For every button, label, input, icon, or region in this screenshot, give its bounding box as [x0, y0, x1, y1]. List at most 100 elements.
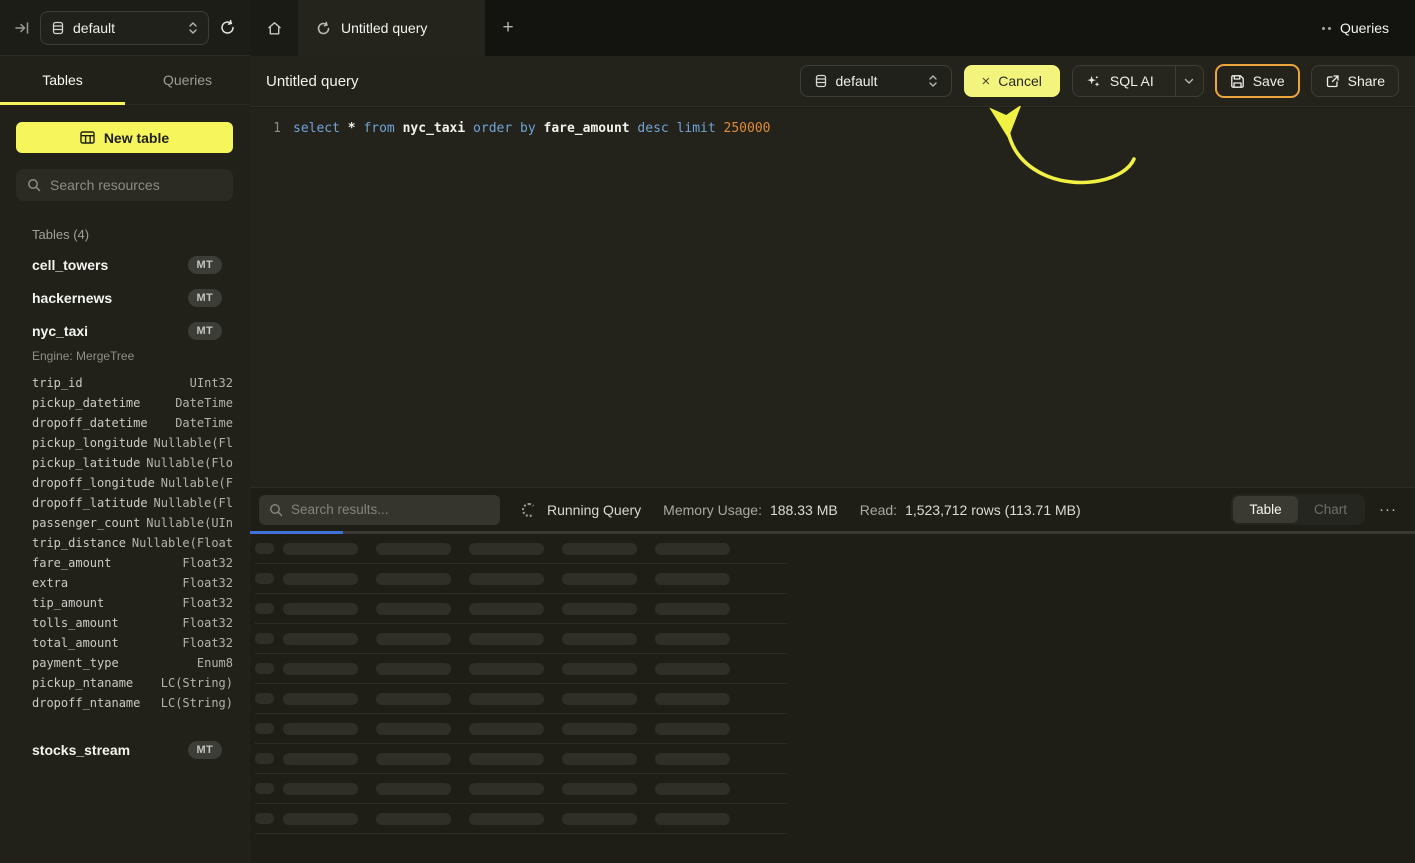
- table-column-row: pickup_longitudeNullable(Fl: [32, 433, 233, 453]
- table-column-row: payment_typeEnum8: [32, 653, 233, 673]
- sidebar-tab-tables[interactable]: Tables: [0, 56, 125, 104]
- new-table-button[interactable]: New table: [16, 122, 233, 153]
- queries-link-label: Queries: [1340, 20, 1389, 36]
- table-item-stocks-stream[interactable]: stocks_stream MT: [0, 733, 250, 766]
- cancel-query-button[interactable]: × Cancel: [964, 65, 1060, 97]
- engine-badge: MT: [188, 322, 222, 340]
- sidebar-search[interactable]: [16, 169, 233, 201]
- table-name: nyc_taxi: [32, 323, 88, 339]
- skeleton-row: [255, 804, 787, 834]
- query-status: Running Query: [522, 502, 641, 518]
- table-column-row: passenger_countNullable(UIn: [32, 513, 233, 533]
- tab-label: Untitled query: [341, 20, 427, 36]
- query-actions: default × Cancel: [800, 65, 1399, 97]
- search-results-input[interactable]: [291, 502, 471, 517]
- sql-editor[interactable]: 1 select * from nyc_taxi order by fare_a…: [250, 108, 1415, 487]
- read-stat: Read: 1,523,712 rows (113.71 MB): [860, 502, 1081, 518]
- skeleton-row: [255, 684, 787, 714]
- save-label: Save: [1253, 73, 1285, 89]
- line-number: 1: [267, 121, 281, 136]
- search-icon: [269, 503, 283, 517]
- query-progress-bar: [250, 531, 1415, 534]
- spinner-icon: [522, 503, 536, 517]
- table-name: stocks_stream: [32, 742, 130, 758]
- skeleton-row: [255, 714, 787, 744]
- results-search[interactable]: [259, 495, 500, 525]
- table-name: hackernews: [32, 290, 112, 306]
- view-toggle: Table Chart: [1231, 494, 1365, 525]
- tabstrip-spacer: [531, 0, 1322, 56]
- new-tab-button[interactable]: +: [485, 0, 531, 56]
- share-icon: [1325, 74, 1340, 89]
- home-icon: [266, 20, 283, 37]
- sql-code: select * from nyc_taxi order by fare_amo…: [293, 121, 771, 136]
- skeleton-row: [255, 534, 787, 564]
- home-tab[interactable]: [250, 0, 298, 56]
- table-icon: [80, 131, 95, 144]
- close-icon: ×: [982, 74, 991, 89]
- table-column-row: trip_distanceNullable(Float: [32, 533, 233, 553]
- table-item-hackernews[interactable]: hackernews MT: [0, 281, 250, 314]
- save-button[interactable]: Save: [1216, 65, 1299, 97]
- table-column-row: fare_amountFloat32: [32, 553, 233, 573]
- query-database-selector[interactable]: default: [800, 65, 952, 97]
- results-toolbar: Running Query Memory Usage: 188.33 MB Re…: [250, 488, 1415, 531]
- sql-ai-label: SQL AI: [1110, 73, 1154, 89]
- share-button[interactable]: Share: [1311, 65, 1399, 97]
- sidebar-tab-queries[interactable]: Queries: [125, 56, 250, 104]
- collapse-sidebar-icon[interactable]: [14, 20, 30, 36]
- query-database-value: default: [836, 73, 920, 89]
- engine-badge: MT: [188, 256, 222, 274]
- tab-untitled-query[interactable]: Untitled query: [298, 0, 485, 56]
- query-header: Untitled query default × Cancel: [250, 56, 1415, 107]
- search-resources-input[interactable]: [50, 177, 210, 193]
- engine-badge: MT: [188, 741, 222, 759]
- sidebar: Tables Queries New table Tables (4) cell…: [0, 56, 250, 863]
- topbar: default: [0, 0, 1415, 56]
- tab-strip: Untitled query + Queries: [250, 0, 1415, 56]
- table-column-row: pickup_datetimeDateTime: [32, 393, 233, 413]
- column-list: trip_idUInt32pickup_datetimeDateTimedrop…: [0, 371, 250, 719]
- table-column-row: trip_idUInt32: [32, 373, 233, 393]
- skeleton-row: [255, 594, 787, 624]
- running-queries-icon: [1322, 27, 1331, 30]
- table-column-row: pickup_ntanameLC(String): [32, 673, 233, 693]
- database-icon: [51, 21, 65, 35]
- database-icon: [814, 74, 828, 88]
- queries-link[interactable]: Queries: [1322, 0, 1415, 56]
- refresh-icon[interactable]: [219, 19, 236, 36]
- table-column-row: dropoff_latitudeNullable(Fl: [32, 493, 233, 513]
- sql-ai-button[interactable]: SQL AI: [1072, 65, 1204, 97]
- more-options-button[interactable]: ···: [1379, 505, 1397, 515]
- chevron-down-icon[interactable]: [1175, 66, 1203, 96]
- chevron-updown-icon: [188, 21, 198, 35]
- save-icon: [1230, 74, 1245, 89]
- results-view-controls: Table Chart ···: [1231, 494, 1397, 525]
- query-title: Untitled query: [266, 73, 359, 90]
- database-selector[interactable]: default: [40, 11, 209, 45]
- table-name: cell_towers: [32, 257, 108, 273]
- query-progress-fill: [250, 531, 343, 534]
- view-toggle-chart[interactable]: Chart: [1298, 496, 1363, 523]
- engine-badge: MT: [188, 289, 222, 307]
- new-table-label: New table: [104, 130, 169, 146]
- code-line: 1 select * from nyc_taxi order by fare_a…: [250, 108, 1415, 136]
- skeleton-row: [255, 654, 787, 684]
- skeleton-row: [255, 744, 787, 774]
- table-item-nyc-taxi[interactable]: nyc_taxi MT: [0, 314, 250, 347]
- table-column-row: total_amountFloat32: [32, 633, 233, 653]
- table-column-row: tip_amountFloat32: [32, 593, 233, 613]
- view-toggle-table[interactable]: Table: [1233, 496, 1298, 523]
- sql-console-app: default: [0, 0, 1415, 863]
- tab-loading-icon: [316, 21, 331, 36]
- skeleton-row: [255, 624, 787, 654]
- sparkles-icon: [1086, 74, 1101, 89]
- cancel-label: Cancel: [998, 73, 1042, 89]
- table-item-cell-towers[interactable]: cell_towers MT: [0, 248, 250, 281]
- database-selector-value: default: [73, 20, 180, 36]
- table-column-row: pickup_latitudeNullable(Flo: [32, 453, 233, 473]
- topbar-left: default: [0, 0, 250, 56]
- results-panel: Running Query Memory Usage: 188.33 MB Re…: [250, 487, 1415, 863]
- search-icon: [27, 178, 41, 192]
- skeleton-row: [255, 564, 787, 594]
